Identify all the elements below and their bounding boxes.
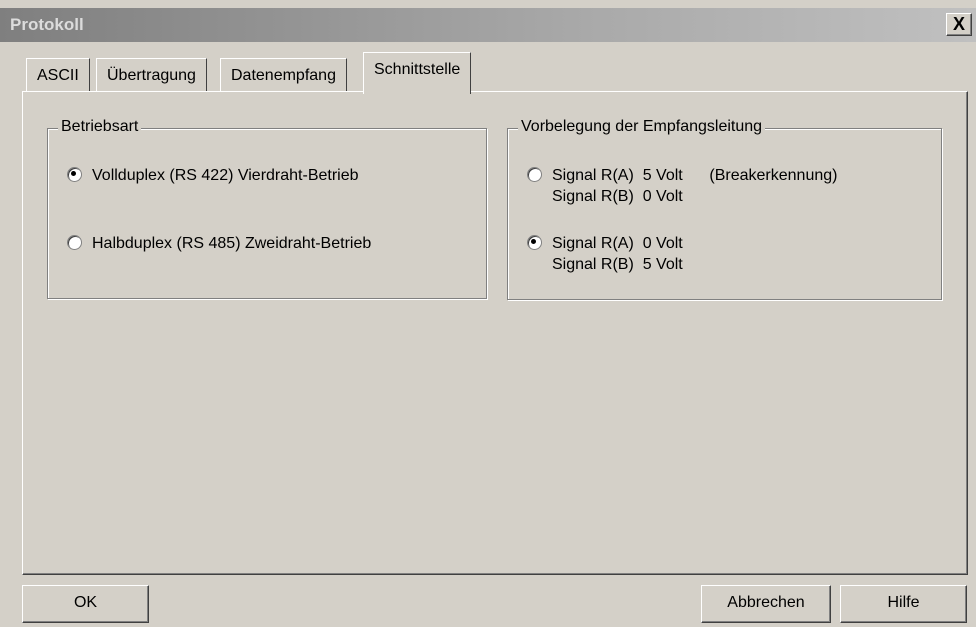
- title-bar[interactable]: Protokoll X: [0, 8, 976, 42]
- tab-ascii[interactable]: ASCII: [26, 58, 90, 92]
- radio-label-line2: Signal R(B) 5 Volt: [552, 256, 683, 273]
- window-title: Protokoll: [10, 15, 84, 34]
- radio-signal-ra-0volt[interactable]: Signal R(A) 0 Volt Signal R(B) 5 Volt: [527, 233, 683, 275]
- protokoll-dialog: Protokoll X ASCII Übertragung Datenempfa…: [0, 0, 976, 627]
- radio-label: Vollduplex (RS 422) Vierdraht-Betrieb: [92, 167, 359, 184]
- tab-label: Übertragung: [107, 67, 196, 84]
- tab-datenempfang[interactable]: Datenempfang: [220, 58, 347, 92]
- radio-label-line2: Signal R(B) 0 Volt: [552, 188, 683, 205]
- radio-button[interactable]: [67, 235, 82, 250]
- tab-schnittstelle[interactable]: Schnittstelle: [363, 52, 472, 94]
- help-button[interactable]: Hilfe: [840, 585, 967, 623]
- radio-label-line1: Signal R(A) 5 Volt (Breakerkennung): [552, 167, 838, 184]
- radio-signal-ra-5volt[interactable]: Signal R(A) 5 Volt (Breakerkennung) Sign…: [527, 165, 837, 207]
- tab-uebertragung[interactable]: Übertragung: [96, 58, 207, 92]
- cancel-button[interactable]: Abbrechen: [701, 585, 831, 623]
- close-icon: X: [952, 14, 965, 34]
- vorbelegung-group: Vorbelegung der Empfangsleitung Signal R…: [507, 118, 942, 300]
- radio-button-selected[interactable]: [527, 235, 542, 250]
- radio-label: Halbduplex (RS 485) Zweidraht-Betrieb: [92, 235, 372, 252]
- radio-button-selected[interactable]: [67, 167, 82, 182]
- tab-label: Schnittstelle: [374, 61, 461, 78]
- betriebsart-legend: Betriebsart: [58, 118, 142, 136]
- tab-label: ASCII: [37, 67, 79, 84]
- radio-label-line1: Signal R(A) 0 Volt: [552, 235, 683, 252]
- tab-label: Datenempfang: [231, 67, 336, 84]
- ok-button[interactable]: OK: [22, 585, 149, 623]
- radio-button[interactable]: [527, 167, 542, 182]
- close-button[interactable]: X: [946, 13, 972, 36]
- radio-halbduplex[interactable]: Halbduplex (RS 485) Zweidraht-Betrieb: [67, 233, 371, 254]
- radio-label: Signal R(A) 5 Volt (Breakerkennung) Sign…: [552, 165, 837, 207]
- radio-vollduplex[interactable]: Vollduplex (RS 422) Vierdraht-Betrieb: [67, 165, 359, 186]
- vorbelegung-legend: Vorbelegung der Empfangsleitung: [518, 118, 766, 136]
- tab-panel-schnittstelle: Betriebsart Vollduplex (RS 422) Vierdrah…: [22, 91, 968, 575]
- radio-label: Signal R(A) 0 Volt Signal R(B) 5 Volt: [552, 233, 683, 275]
- betriebsart-group: Betriebsart Vollduplex (RS 422) Vierdrah…: [47, 118, 487, 299]
